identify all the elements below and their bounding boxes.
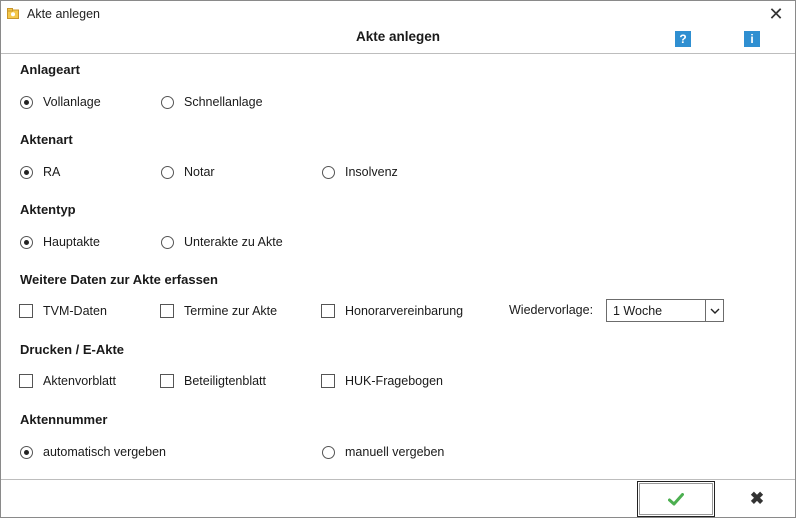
radio-indicator	[20, 95, 33, 109]
wiedervorlage-label: Wiedervorlage:	[509, 303, 594, 317]
close-button[interactable]: ✕	[765, 3, 787, 25]
checkbox-beteiligtenblatt[interactable]: Beteiligtenblatt	[160, 372, 266, 390]
window-title: Akte anlegen	[27, 7, 100, 21]
chevron-down-icon[interactable]	[705, 300, 723, 321]
checkbox-box	[321, 374, 335, 388]
radio-indicator	[20, 165, 33, 179]
radio-automatisch[interactable]: automatisch vergeben	[20, 443, 166, 461]
radio-schnellanlage[interactable]: Schnellanlage	[161, 93, 263, 111]
radio-unterakte[interactable]: Unterakte zu Akte	[161, 233, 283, 251]
radio-insolvenz[interactable]: Insolvenz	[322, 163, 398, 181]
checkbox-label: Beteiligtenblatt	[184, 374, 267, 388]
section-label-weitere-daten: Weitere Daten zur Akte erfassen	[20, 272, 218, 287]
radio-vollanlage[interactable]: Vollanlage	[20, 93, 101, 111]
radio-hauptakte[interactable]: Hauptakte	[20, 233, 100, 251]
radio-indicator	[20, 235, 33, 249]
checkmark-icon	[668, 492, 684, 505]
radio-label: Insolvenz	[345, 165, 398, 179]
radio-label: Hauptakte	[43, 235, 100, 249]
checkbox-label: TVM-Daten	[43, 304, 107, 318]
dialog-window: Akte anlegen ✕ Akte anlegen ? i Anlagear…	[0, 0, 796, 518]
wiedervorlage-select[interactable]: 1 Woche	[606, 299, 724, 322]
checkbox-box	[19, 304, 33, 318]
radio-indicator	[322, 165, 335, 179]
wiedervorlage-value: 1 Woche	[613, 304, 663, 318]
checkbox-box	[160, 304, 174, 318]
checkbox-box	[160, 374, 174, 388]
radio-indicator	[161, 235, 174, 249]
radio-indicator	[20, 445, 33, 459]
checkbox-label: HUK-Fragebogen	[345, 374, 443, 388]
radio-label: Vollanlage	[43, 95, 101, 109]
radio-label: Schnellanlage	[184, 95, 263, 109]
radio-ra[interactable]: RA	[20, 163, 60, 181]
checkbox-box	[19, 374, 33, 388]
section-label-aktennummer: Aktennummer	[20, 412, 108, 427]
radio-label: Unterakte zu Akte	[184, 235, 283, 249]
radio-manuell[interactable]: manuell vergeben	[322, 443, 444, 461]
radio-label: automatisch vergeben	[43, 445, 166, 459]
checkbox-tvm-daten[interactable]: TVM-Daten	[19, 302, 107, 320]
radio-label: RA	[43, 165, 61, 179]
checkbox-honorarvereinbarung[interactable]: Honorarvereinbarung	[321, 302, 463, 320]
checkbox-label: Honorarvereinbarung	[345, 304, 464, 318]
section-label-aktenart: Aktenart	[20, 132, 73, 147]
section-label-anlageart: Anlageart	[20, 62, 80, 77]
ok-button[interactable]	[637, 481, 715, 517]
info-icon[interactable]: i	[744, 31, 760, 47]
footer-bar: ✖	[1, 479, 795, 517]
checkbox-termine[interactable]: Termine zur Akte	[160, 302, 277, 320]
checkbox-box	[321, 304, 335, 318]
checkbox-label: Termine zur Akte	[184, 304, 278, 318]
radio-label: Notar	[184, 165, 215, 179]
radio-indicator	[322, 445, 335, 459]
radio-indicator	[161, 165, 174, 179]
help-icon[interactable]: ?	[675, 31, 691, 47]
header-bar: Akte anlegen ? i	[1, 28, 795, 54]
radio-label: manuell vergeben	[345, 445, 445, 459]
radio-indicator	[161, 95, 174, 109]
cancel-button[interactable]: ✖	[719, 481, 795, 517]
section-label-drucken: Drucken / E-Akte	[20, 342, 125, 357]
section-label-aktentyp: Aktentyp	[20, 202, 76, 217]
checkbox-aktenvorblatt[interactable]: Aktenvorblatt	[19, 372, 116, 390]
title-bar: Akte anlegen ✕	[1, 1, 795, 28]
checkbox-label: Aktenvorblatt	[43, 374, 116, 388]
checkbox-huk-fragebogen[interactable]: HUK-Fragebogen	[321, 372, 443, 390]
radio-notar[interactable]: Notar	[161, 163, 215, 181]
folder-icon	[7, 8, 19, 19]
